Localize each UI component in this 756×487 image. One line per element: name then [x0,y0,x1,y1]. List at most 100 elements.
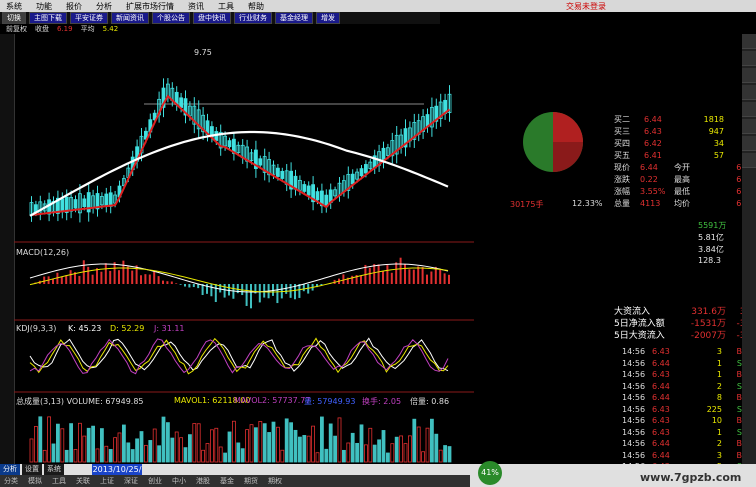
volume-bar [143,444,148,463]
flow-key: 大资流入 [614,307,651,317]
tick-direction: B [736,450,743,460]
tick-row: 14:56 6.43 10 B [622,415,756,427]
macd-bar [166,281,169,284]
tab[interactable]: 增发 [316,12,340,24]
tool-button[interactable] [742,85,756,100]
menu-item[interactable]: 系统 [6,1,22,12]
candle-body [359,168,364,177]
macd-bar [65,275,68,284]
tick-volume: 225 [706,404,722,414]
macd-bar [360,275,362,284]
tool-button[interactable] [742,153,756,168]
vol-r-value: 量: 57949.93 [304,397,356,406]
macd-bar [175,283,178,284]
stat-key: 涨幅 [614,187,630,196]
volume-bar [209,429,214,463]
bottom-menu-item[interactable]: 工具 [52,476,66,486]
stat-key: 今开 [674,163,690,172]
tool-button[interactable] [742,51,756,66]
volume-bar [69,423,73,463]
adjust-label[interactable]: 前复权 [6,24,27,34]
volume-bar [95,448,100,463]
tab[interactable]: 基金经理 [275,12,313,24]
menu-item[interactable]: 分析 [96,1,112,12]
bottom-menu-item[interactable]: 创业 [148,476,162,486]
tick-row: 14:56 6.43 3 B [622,346,756,358]
bottom-menu-item[interactable]: 期权 [268,476,282,486]
tool-button[interactable] [742,136,756,151]
menu-item[interactable]: 报价 [66,1,82,12]
bottom-menu-item[interactable]: 期货 [244,476,258,486]
tick-time: 14:56 [622,427,646,437]
ob-vol: 57 [713,151,724,160]
tab-switch[interactable]: 切换 [2,12,26,24]
tab[interactable]: 行业财务 [234,12,272,24]
candle-body [315,191,320,201]
bottom-menu-item[interactable]: 中小 [172,476,186,486]
menu-item[interactable]: 资讯 [188,1,204,12]
volume-bar [346,442,351,463]
bottom-menu-item[interactable]: 模拟 [28,476,42,486]
volume-bar [51,443,56,463]
tick-price: 6.44 [652,358,670,368]
bottom-menu-item[interactable]: 上证 [100,476,114,486]
bottom-menu-item[interactable]: 深证 [124,476,138,486]
volume-bar [56,423,60,463]
bottom-tab[interactable]: 分析 [0,464,20,475]
tab[interactable]: 盘中快讯 [193,12,231,24]
menu-item[interactable]: 帮助 [248,1,264,12]
macd-bar [417,266,420,284]
login-status[interactable]: 交易未登录 [566,1,606,12]
menu-item[interactable]: 功能 [36,1,52,12]
stat-value: 6.44 [640,163,658,172]
volume-bar [47,416,51,463]
tool-button[interactable] [742,34,756,49]
tool-button[interactable] [742,119,756,134]
tick-row: 14:56 6.44 8 B [622,392,756,404]
bottom-tab[interactable]: 系统 [44,464,64,475]
volume-bar [117,432,122,463]
volume-bar [267,432,272,463]
kdj-d-value: D: 52.29 [110,324,145,333]
tick-volume: 3 [716,347,722,356]
candle-body [275,167,280,177]
quote-stats: 现价6.44今开6.38 涨跌0.22最高6.48 涨幅3.55%最低6.25 … [614,162,754,210]
menu-item[interactable]: 工具 [218,1,234,12]
tick-time: 14:56 [622,416,646,425]
kline-chart[interactable]: 9.75 MACD(12,26) KDJ(9,3,3) K: 45.23 D: … [14,34,474,464]
stat-key: 最高 [674,175,690,184]
tab[interactable]: 平安证券 [70,12,108,24]
volume-bar [113,437,117,463]
candle-body [73,199,78,209]
bottom-menu-item[interactable]: 关联 [76,476,90,486]
tick-volume: 2 [716,381,722,391]
bottom-menu-item[interactable]: 分类 [4,476,18,486]
bottom-menu-item[interactable]: 港股 [196,476,210,486]
news-item[interactable] [494,274,612,286]
menu-item[interactable]: 扩展市场行情 [126,1,174,12]
flow-value: 331.6万 [691,307,726,317]
volume-bar [368,427,373,463]
tick-direction: S [736,358,742,368]
volume-bar [218,446,223,463]
status-badge[interactable]: 41% [478,461,502,485]
volume-bar [315,452,320,463]
tick-row: 14:56 6.43 225 S [622,404,756,416]
tab[interactable]: 主图下载 [29,12,67,24]
fund-flow: 大资流入331.6万3% 5日净流入额-1531万-3% 5日大资流入-2007… [614,306,754,342]
tick-volume: 10 [711,416,722,425]
tick-price: 6.44 [652,381,670,391]
tool-button[interactable] [742,68,756,83]
bottom-menu-item[interactable]: 基金 [220,476,234,486]
tick-price: 6.43 [652,370,670,379]
volume-bar [78,422,82,463]
tab[interactable]: 个股公告 [152,12,190,24]
bottom-tab[interactable]: 设置 [22,464,42,475]
tick-row: 14:56 6.43 1 B [622,369,756,381]
macd-bar [382,270,384,284]
tool-button[interactable] [742,102,756,117]
kdj-k-value: K: 45.23 [68,324,102,333]
menu-bar: 系统 功能 报价 分析 扩展市场行情 资讯 工具 帮助 交易未登录 [0,0,756,12]
volume-bar [86,427,91,463]
tab[interactable]: 新闻资讯 [111,12,149,24]
